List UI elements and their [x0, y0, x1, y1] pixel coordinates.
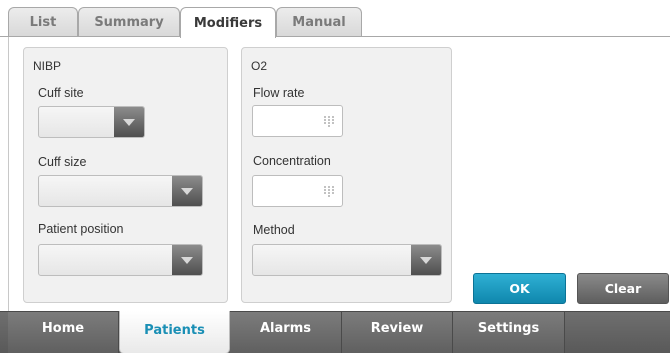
patient-position-dropdown[interactable] [38, 244, 203, 276]
chevron-down-icon[interactable] [172, 176, 202, 206]
flow-rate-input[interactable] [252, 105, 343, 137]
chevron-down-icon[interactable] [411, 245, 441, 275]
concentration-label: Concentration [253, 154, 331, 168]
chevron-down-icon[interactable] [172, 245, 202, 275]
patient-position-label: Patient position [38, 222, 124, 236]
nav-home[interactable]: Home [8, 312, 119, 353]
modifiers-content: NIBP Cuff site Cuff size Patient positio… [8, 37, 670, 311]
tab-modifiers[interactable]: Modifiers [180, 7, 276, 38]
keypad-icon [324, 186, 334, 197]
flow-rate-label: Flow rate [253, 86, 305, 100]
o2-title: O2 [251, 59, 268, 73]
nibp-title: NIBP [33, 59, 62, 73]
method-dropdown[interactable] [252, 244, 442, 276]
nav-settings[interactable]: Settings [453, 312, 565, 353]
tab-list[interactable]: List [8, 7, 78, 37]
o2-panel: O2 Flow rate Concentration Method [241, 47, 452, 303]
nibp-panel: NIBP Cuff site Cuff size Patient positio… [23, 47, 228, 303]
nav-review[interactable]: Review [342, 312, 453, 353]
concentration-input[interactable] [252, 175, 343, 207]
tab-manual[interactable]: Manual [276, 7, 362, 37]
ok-button[interactable]: OK [473, 273, 566, 304]
cuff-size-dropdown[interactable] [38, 175, 203, 207]
tab-summary[interactable]: Summary [78, 7, 180, 37]
keypad-icon [324, 116, 334, 127]
chevron-down-icon[interactable] [114, 107, 144, 137]
bottom-nav-bar: Home Patients Alarms Review Settings [0, 311, 670, 353]
top-tab-bar: List Summary Modifiers Manual [0, 0, 670, 38]
nav-patients[interactable]: Patients [119, 311, 230, 353]
cuff-size-label: Cuff size [38, 155, 87, 169]
nav-alarms[interactable]: Alarms [230, 312, 342, 353]
clear-button[interactable]: Clear [577, 273, 669, 304]
cuff-site-dropdown[interactable] [38, 106, 145, 138]
method-label: Method [253, 223, 295, 237]
cuff-site-label: Cuff site [38, 86, 84, 100]
